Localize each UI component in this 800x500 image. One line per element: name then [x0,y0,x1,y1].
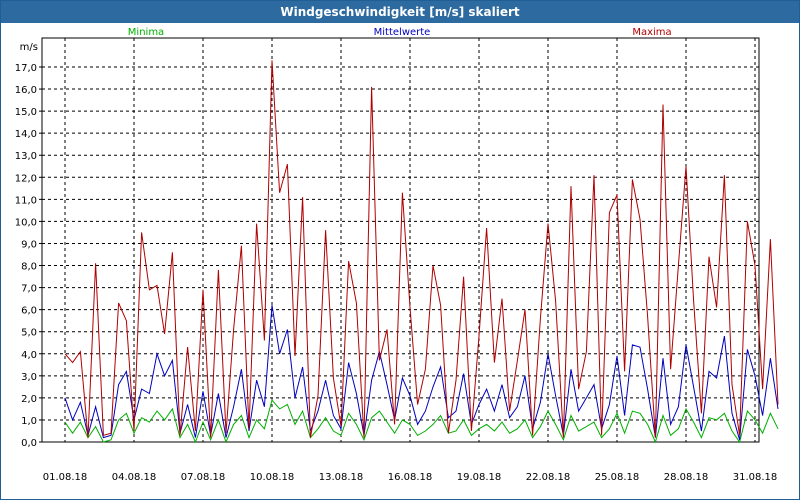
y-tick-label: 2,0 [21,394,37,405]
y-tick-label: 17,0 [15,63,37,74]
y-tick-label: 7,0 [21,284,37,295]
x-tick-label: 25.08.18 [595,472,640,483]
y-tick-label: 1,0 [21,416,37,427]
x-tick-label: 28.08.18 [664,472,709,483]
y-tick-label: 5,0 [21,328,37,339]
x-tick-label: 04.08.18 [112,472,157,483]
y-tick-label: 12,0 [15,173,37,184]
legend-minima: Minima [128,27,164,38]
y-tick-label: 11,0 [15,195,37,206]
x-tick-label: 31.08.18 [733,472,778,483]
legend-mittelwerte: Mittelwerte [374,27,431,38]
y-tick-label: 4,0 [21,350,37,361]
y-tick-label: 8,0 [21,262,37,273]
legend-maxima: Maxima [632,27,671,38]
x-tick-label: 01.08.18 [43,472,88,483]
y-tick-label: 15,0 [15,107,37,118]
x-tick-label: 16.08.18 [388,472,433,483]
x-tick-label: 07.08.18 [181,472,226,483]
y-tick-label: 3,0 [21,372,37,383]
x-tick-label: 10.08.18 [250,472,295,483]
y-tick-label: 6,0 [21,306,37,317]
y-tick-label: 14,0 [15,129,37,140]
x-tick-label: 13.08.18 [319,472,364,483]
x-axis-ticks: 01.08.18 04.08.18 07.08.18 10.08.18 13.08.18… [43,472,778,483]
y-tick-label: 13,0 [15,151,37,162]
wind-speed-chart: 0,0 1,0 2,0 3,0 4,0 5,0 6,0 7,0 8,0 9,0 10,0 11,0 12… [15,27,779,483]
x-tick-label: 22.08.18 [526,472,571,483]
y-axis-ticks: 0,0 1,0 2,0 3,0 4,0 5,0 6,0 7,0 8,0 9,0 10,0 11,0 12… [15,63,42,449]
y-tick-label: 10,0 [15,217,37,228]
x-tick-label: 19.08.18 [457,472,502,483]
y-tick-label: 0,0 [21,438,37,449]
y-tick-label: 16,0 [15,85,37,96]
y-axis-label: m/s [20,42,38,53]
y-tick-label: 9,0 [21,239,37,250]
